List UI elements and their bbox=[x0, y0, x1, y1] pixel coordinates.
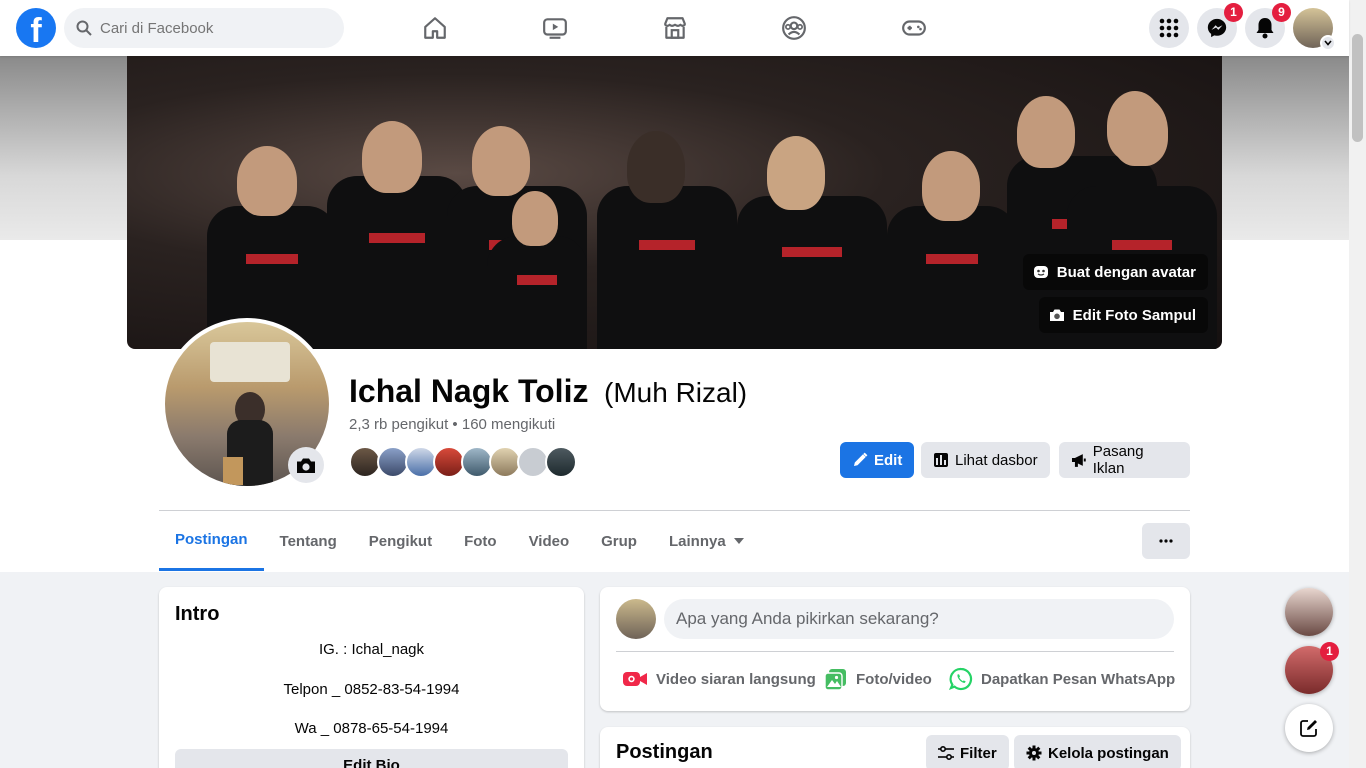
more-options-button[interactable] bbox=[1142, 523, 1190, 559]
pencil-icon bbox=[854, 452, 868, 466]
edit-cover-label: Edit Foto Sampul bbox=[1072, 306, 1196, 324]
bio-line: Telpon _ 0852-83-54-1994 bbox=[283, 681, 460, 698]
filter-label: Filter bbox=[960, 744, 997, 762]
posts-header-card: Postingan Filter Kelola postingan bbox=[600, 727, 1190, 768]
ellipsis-icon bbox=[1159, 539, 1173, 543]
dashboard-label: Lihat dasbor bbox=[955, 451, 1038, 469]
followers-count[interactable]: 2,3 rb pengikut bbox=[349, 416, 448, 433]
filter-icon bbox=[938, 746, 954, 760]
account-avatar[interactable] bbox=[1293, 8, 1336, 51]
tab-videos[interactable]: Video bbox=[513, 511, 586, 571]
ads-label: Pasang Iklan bbox=[1092, 443, 1144, 477]
camera-icon bbox=[1049, 309, 1064, 321]
stats-separator: • bbox=[452, 416, 458, 433]
new-message-button[interactable] bbox=[1285, 704, 1333, 752]
messenger-icon bbox=[1207, 18, 1227, 38]
create-avatar-label: Buat dengan avatar bbox=[1056, 263, 1196, 281]
search-icon bbox=[76, 20, 92, 36]
messenger-button[interactable]: 1 bbox=[1197, 3, 1243, 48]
chat-head[interactable]: 1 bbox=[1285, 642, 1339, 694]
profile-alt-name: (Muh Rizal) bbox=[604, 377, 748, 408]
edit-label: Edit bbox=[874, 451, 903, 469]
messenger-badge: 1 bbox=[1224, 3, 1243, 22]
ads-button[interactable]: Pasang Iklan bbox=[1059, 442, 1190, 478]
live-video-icon bbox=[623, 672, 647, 686]
bio-line: IG. : Ichal_nagk bbox=[318, 641, 425, 658]
intro-title: Intro bbox=[175, 603, 220, 625]
page-scrollbar[interactable] bbox=[1349, 0, 1366, 768]
bell-icon bbox=[1256, 18, 1274, 39]
home-icon bbox=[424, 17, 446, 39]
photo-icon bbox=[824, 669, 846, 691]
profile-name: Ichal Nagk Toliz bbox=[349, 373, 589, 409]
caret-down-icon bbox=[733, 538, 744, 544]
composer-divider bbox=[616, 651, 1174, 652]
manage-posts-button[interactable]: Kelola postingan bbox=[1014, 735, 1181, 768]
facebook-logo[interactable]: f bbox=[16, 8, 56, 48]
tab-groups[interactable]: Grup bbox=[585, 511, 653, 571]
bio-line: Wa _ 0878-65-54-1994 bbox=[294, 720, 449, 737]
groups-icon bbox=[782, 16, 806, 40]
chevron-down-icon bbox=[1320, 35, 1336, 51]
gaming-icon bbox=[902, 20, 926, 36]
tab-posts[interactable]: Postingan bbox=[159, 511, 264, 571]
menu-button[interactable] bbox=[1149, 8, 1189, 48]
edit-cover-button[interactable]: Edit Foto Sampul bbox=[1038, 297, 1208, 333]
composer-input[interactable]: Apa yang Anda pikirkan sekarang? bbox=[664, 599, 1174, 639]
edit-bio-button[interactable]: Edit Bio bbox=[175, 749, 568, 768]
search-input[interactable] bbox=[100, 19, 320, 37]
tab-about[interactable]: Tentang bbox=[264, 511, 353, 571]
posts-title: Postingan bbox=[616, 741, 713, 763]
tab-photos[interactable]: Foto bbox=[448, 511, 512, 571]
avatar[interactable] bbox=[616, 599, 656, 639]
manage-posts-label: Kelola postingan bbox=[1048, 744, 1169, 762]
follow-stats: 2,3 rb pengikut • 160 mengikuti bbox=[349, 416, 555, 433]
create-avatar-button[interactable]: Buat dengan avatar bbox=[1022, 254, 1208, 290]
photo-video-label: Foto/video bbox=[856, 670, 932, 688]
megaphone-icon bbox=[1071, 454, 1086, 467]
tab-followers[interactable]: Pengikut bbox=[353, 511, 448, 571]
live-video-button[interactable]: Video siaran langsung bbox=[622, 659, 816, 699]
filter-button[interactable]: Filter bbox=[926, 735, 1009, 768]
gear-icon bbox=[1026, 745, 1042, 761]
notifications-badge: 9 bbox=[1272, 3, 1291, 22]
notifications-button[interactable]: 9 bbox=[1245, 3, 1291, 48]
compose-icon bbox=[1300, 720, 1317, 737]
tab-more-label: Lainnya bbox=[668, 532, 726, 550]
avatar-icon bbox=[1033, 266, 1048, 278]
follower-avatars bbox=[349, 446, 577, 478]
marketplace-icon bbox=[664, 17, 686, 39]
dashboard-button[interactable]: Lihat dasbor bbox=[921, 442, 1050, 478]
tab-more[interactable]: Lainnya bbox=[653, 511, 760, 571]
intro-card: Intro IG. : Ichal_nagk Telpon _ 0852-83-… bbox=[159, 587, 584, 768]
chat-head[interactable] bbox=[1285, 588, 1333, 636]
whatsapp-icon bbox=[949, 667, 973, 691]
live-video-label: Video siaran langsung bbox=[656, 670, 816, 688]
nav-gaming[interactable] bbox=[859, 8, 969, 48]
profile-tabs: Postingan Tentang Pengikut Foto Video Gr… bbox=[159, 511, 760, 571]
grid-menu-icon bbox=[1159, 18, 1179, 38]
top-navbar: f 1 9 bbox=[0, 0, 1349, 56]
scrollbar-thumb[interactable] bbox=[1352, 34, 1363, 142]
following-count[interactable]: 160 mengikuti bbox=[462, 416, 555, 433]
dashboard-icon bbox=[934, 453, 948, 467]
nav-marketplace[interactable] bbox=[620, 8, 730, 48]
search-box[interactable] bbox=[64, 8, 344, 48]
whatsapp-button[interactable]: Dapatkan Pesan WhatsApp bbox=[949, 659, 1175, 699]
nav-home[interactable] bbox=[380, 8, 490, 48]
nav-groups[interactable] bbox=[739, 8, 849, 48]
photo-video-button[interactable]: Foto/video bbox=[824, 659, 932, 699]
post-composer: Apa yang Anda pikirkan sekarang? Video s… bbox=[600, 587, 1190, 711]
chat-badge: 1 bbox=[1320, 642, 1339, 661]
cover-photo[interactable]: Buat dengan avatar Edit Foto Sampul bbox=[127, 56, 1222, 349]
watch-icon bbox=[543, 18, 567, 39]
change-profile-picture-button[interactable] bbox=[288, 447, 324, 483]
avatar[interactable] bbox=[545, 446, 577, 478]
whatsapp-label: Dapatkan Pesan WhatsApp bbox=[981, 670, 1176, 688]
nav-watch[interactable] bbox=[500, 8, 610, 48]
edit-profile-button[interactable]: Edit bbox=[840, 442, 915, 478]
camera-icon bbox=[297, 458, 315, 473]
